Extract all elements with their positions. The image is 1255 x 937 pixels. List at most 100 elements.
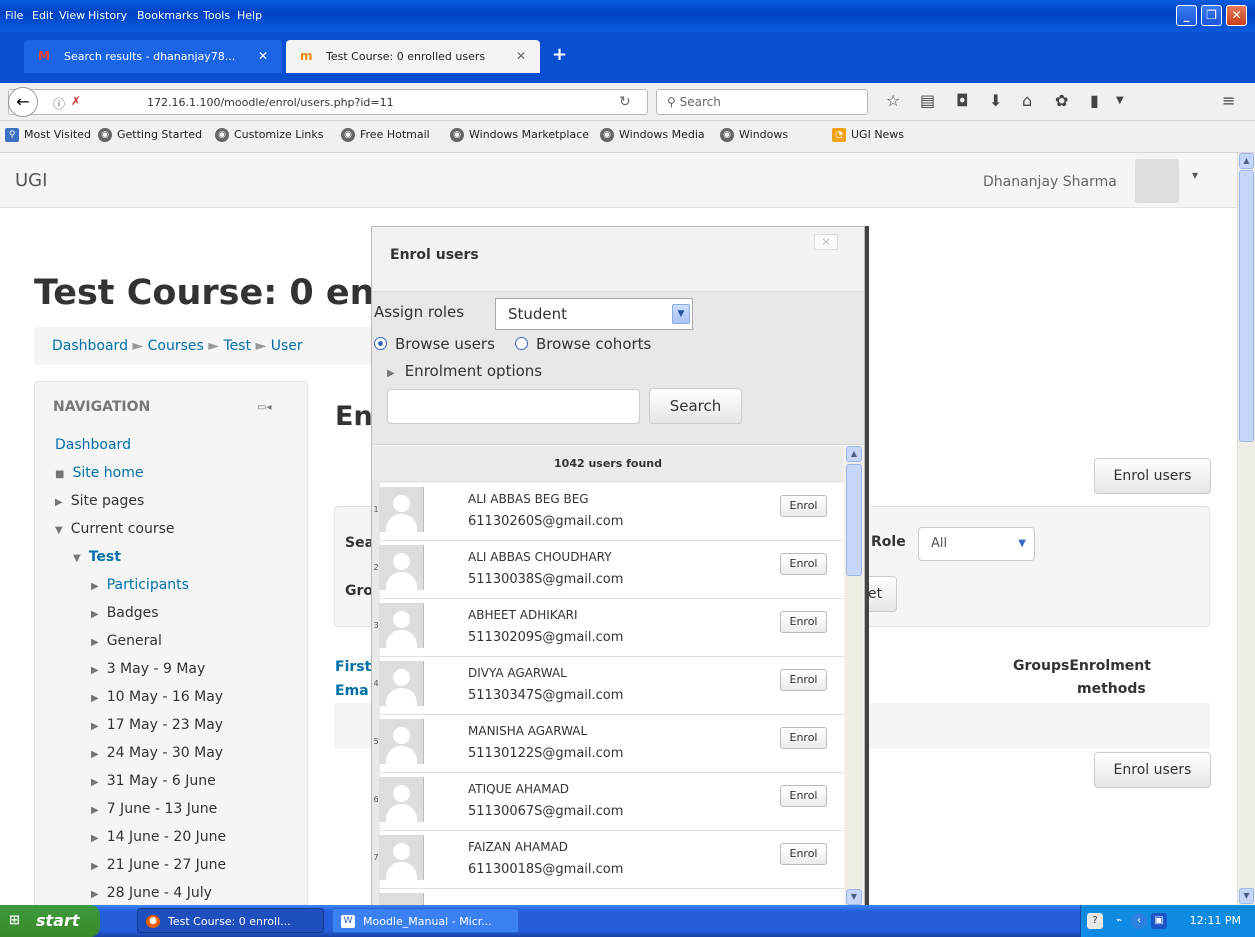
nav-week-4[interactable]: ▶ 24 May - 30 May — [91, 745, 223, 761]
site-name[interactable]: UGI — [15, 170, 47, 191]
enrol-button[interactable]: Enrol — [780, 727, 827, 749]
nav-week-3[interactable]: ▶ 17 May - 23 May — [91, 717, 223, 733]
taskbar-firefox[interactable]: ● Test Course: 0 enroll... — [137, 908, 324, 933]
enrol-button[interactable]: Enrol — [780, 553, 827, 575]
scrollbar-thumb[interactable] — [846, 464, 862, 576]
minimize-button[interactable]: _ — [1176, 5, 1197, 26]
hamburger-menu-icon[interactable]: ≡ — [1222, 91, 1235, 110]
user-name[interactable]: Dhananjay Sharma — [983, 174, 1117, 190]
nav-site-pages[interactable]: ▶ Site pages — [55, 493, 144, 509]
nav-general[interactable]: ▶ General — [91, 633, 162, 649]
url-bar[interactable]: ← ⓘ ✗ 172.16.1.100/moodle/enrol/users.ph… — [8, 87, 648, 117]
column-email[interactable]: Ema — [335, 683, 369, 699]
nav-site-home[interactable]: ■ Site home — [55, 465, 143, 481]
restore-button[interactable]: ❐ — [1201, 5, 1222, 26]
breadcrumb-test[interactable]: Test — [223, 338, 251, 354]
tab-moodle[interactable]: m Test Course: 0 enrolled users ✕ — [286, 40, 540, 73]
info-icon[interactable]: ⓘ — [53, 95, 65, 112]
close-icon[interactable]: × — [814, 234, 838, 250]
enrol-button[interactable]: Enrol — [780, 611, 827, 633]
download-icon[interactable]: ⬇ — [989, 91, 1002, 110]
menu-help[interactable]: Help — [237, 9, 262, 22]
bookmark-windows-marketplace[interactable]: ◉ Windows Marketplace — [450, 128, 589, 142]
enrol-button[interactable]: Enrol — [780, 785, 827, 807]
enrol-users-button-bottom[interactable]: Enrol users — [1094, 752, 1211, 788]
user-menu-caret-icon[interactable]: ▾ — [1192, 168, 1198, 182]
enrolment-options-toggle[interactable]: ▶ Enrolment options — [387, 362, 542, 380]
bookmark-windows[interactable]: ◉ Windows — [720, 128, 788, 142]
browse-users-radio[interactable]: Browse users — [374, 335, 495, 353]
reading-list-icon[interactable]: ▤ — [920, 91, 935, 110]
enrol-button[interactable]: Enrol — [780, 669, 827, 691]
nav-week-9[interactable]: ▶ 28 June - 4 July — [91, 885, 212, 901]
enrol-button[interactable]: Enrol — [780, 495, 827, 517]
scroll-down-icon[interactable]: ▼ — [1239, 888, 1254, 904]
search-button[interactable]: Search — [649, 388, 742, 424]
search-input[interactable]: ⚲ Search — [656, 89, 868, 115]
avatar[interactable] — [1135, 159, 1179, 203]
menu-file[interactable]: File — [5, 9, 23, 22]
nav-week-6[interactable]: ▶ 7 June - 13 June — [91, 801, 217, 817]
tab-gmail[interactable]: M Search results - dhananjay78... ✕ — [24, 40, 282, 73]
breadcrumb-courses[interactable]: Courses — [148, 338, 204, 354]
dropdown-arrow-icon[interactable]: ▼ — [1116, 95, 1124, 106]
nav-week-7[interactable]: ▶ 14 June - 20 June — [91, 829, 226, 845]
nav-week-5[interactable]: ▶ 31 May - 6 June — [91, 773, 216, 789]
menu-edit[interactable]: Edit — [32, 9, 53, 22]
user-search-input[interactable] — [387, 389, 640, 424]
column-first-name[interactable]: First — [335, 659, 371, 675]
menu-view[interactable]: View — [59, 9, 85, 22]
assign-roles-select[interactable]: Student ▼ — [495, 298, 693, 330]
close-tab-icon[interactable]: ✕ — [516, 40, 526, 73]
block-controls-icon[interactable]: ▭◂ — [257, 402, 271, 413]
user-list-scrollbar[interactable]: ▲ ▼ — [845, 446, 863, 906]
scroll-down-icon[interactable]: ▼ — [846, 889, 862, 905]
collapse-tray-icon[interactable]: ‹ — [1131, 913, 1147, 929]
extension-icon[interactable]: ✿ — [1055, 91, 1068, 110]
start-button[interactable]: ⊞ start — [0, 905, 100, 937]
role-filter-select[interactable]: All ▼ — [918, 527, 1035, 561]
bookmark-ugi-news[interactable]: ◔ UGI News — [832, 128, 904, 142]
breadcrumb-dashboard[interactable]: Dashboard — [52, 338, 128, 354]
bookmark-getting-started[interactable]: ◉ Getting Started — [98, 128, 202, 142]
home-icon[interactable]: ⌂ — [1022, 91, 1032, 110]
browse-cohorts-radio[interactable]: Browse cohorts — [515, 335, 651, 353]
breadcrumb-users[interactable]: User — [271, 338, 303, 354]
nav-dashboard[interactable]: Dashboard — [55, 437, 131, 453]
nav-participants[interactable]: ▶ Participants — [91, 577, 189, 593]
nav-course-test[interactable]: ▼ Test — [73, 549, 121, 565]
close-tab-icon[interactable]: ✕ — [258, 40, 268, 73]
bookmark-most-visited[interactable]: ⚲ Most Visited — [5, 128, 91, 142]
url-text[interactable]: 172.16.1.100/moodle/enrol/users.php?id=1… — [147, 96, 394, 109]
bookmark-star-icon[interactable]: ☆ — [886, 91, 900, 110]
new-tab-button[interactable]: + — [552, 44, 567, 65]
scroll-up-icon[interactable]: ▲ — [846, 446, 862, 462]
nav-label: 28 June - 4 July — [106, 885, 212, 901]
pocket-icon[interactable]: ◘ — [956, 91, 969, 110]
enrol-users-button-top[interactable]: Enrol users — [1094, 458, 1211, 494]
app-tray-icon[interactable]: ▣ — [1151, 913, 1167, 929]
nav-week-8[interactable]: ▶ 21 June - 27 June — [91, 857, 226, 873]
taskbar-word[interactable]: W Moodle_Manual - Micr... — [332, 908, 519, 933]
clipboard-icon[interactable]: ▮ — [1090, 91, 1099, 110]
bookmark-customize-links[interactable]: ◉ Customize Links — [215, 128, 324, 142]
enrol-button[interactable]: Enrol — [780, 843, 827, 865]
network-icon[interactable]: ⌁ — [1111, 913, 1127, 929]
reload-icon[interactable]: ↻ — [619, 94, 631, 110]
nav-current-course[interactable]: ▼ Current course — [55, 521, 175, 537]
back-arrow-icon[interactable]: ← — [8, 87, 38, 117]
bookmark-free-hotmail[interactable]: ◉ Free Hotmail — [341, 128, 430, 142]
page-scrollbar[interactable]: ▲ ▼ — [1237, 153, 1255, 905]
reset-button[interactable]: et — [860, 576, 897, 612]
scroll-up-icon[interactable]: ▲ — [1239, 153, 1254, 169]
close-window-button[interactable]: ✕ — [1226, 5, 1247, 26]
scrollbar-thumb[interactable] — [1239, 170, 1254, 442]
menu-bookmarks[interactable]: Bookmarks — [137, 9, 198, 22]
menu-history[interactable]: History — [88, 9, 127, 22]
menu-tools[interactable]: Tools — [203, 9, 230, 22]
nav-week-1[interactable]: ▶ 3 May - 9 May — [91, 661, 205, 677]
bookmark-windows-media[interactable]: ◉ Windows Media — [600, 128, 705, 142]
nav-badges[interactable]: ▶ Badges — [91, 605, 159, 621]
nav-week-2[interactable]: ▶ 10 May - 16 May — [91, 689, 223, 705]
help-icon[interactable]: ? — [1087, 913, 1103, 929]
